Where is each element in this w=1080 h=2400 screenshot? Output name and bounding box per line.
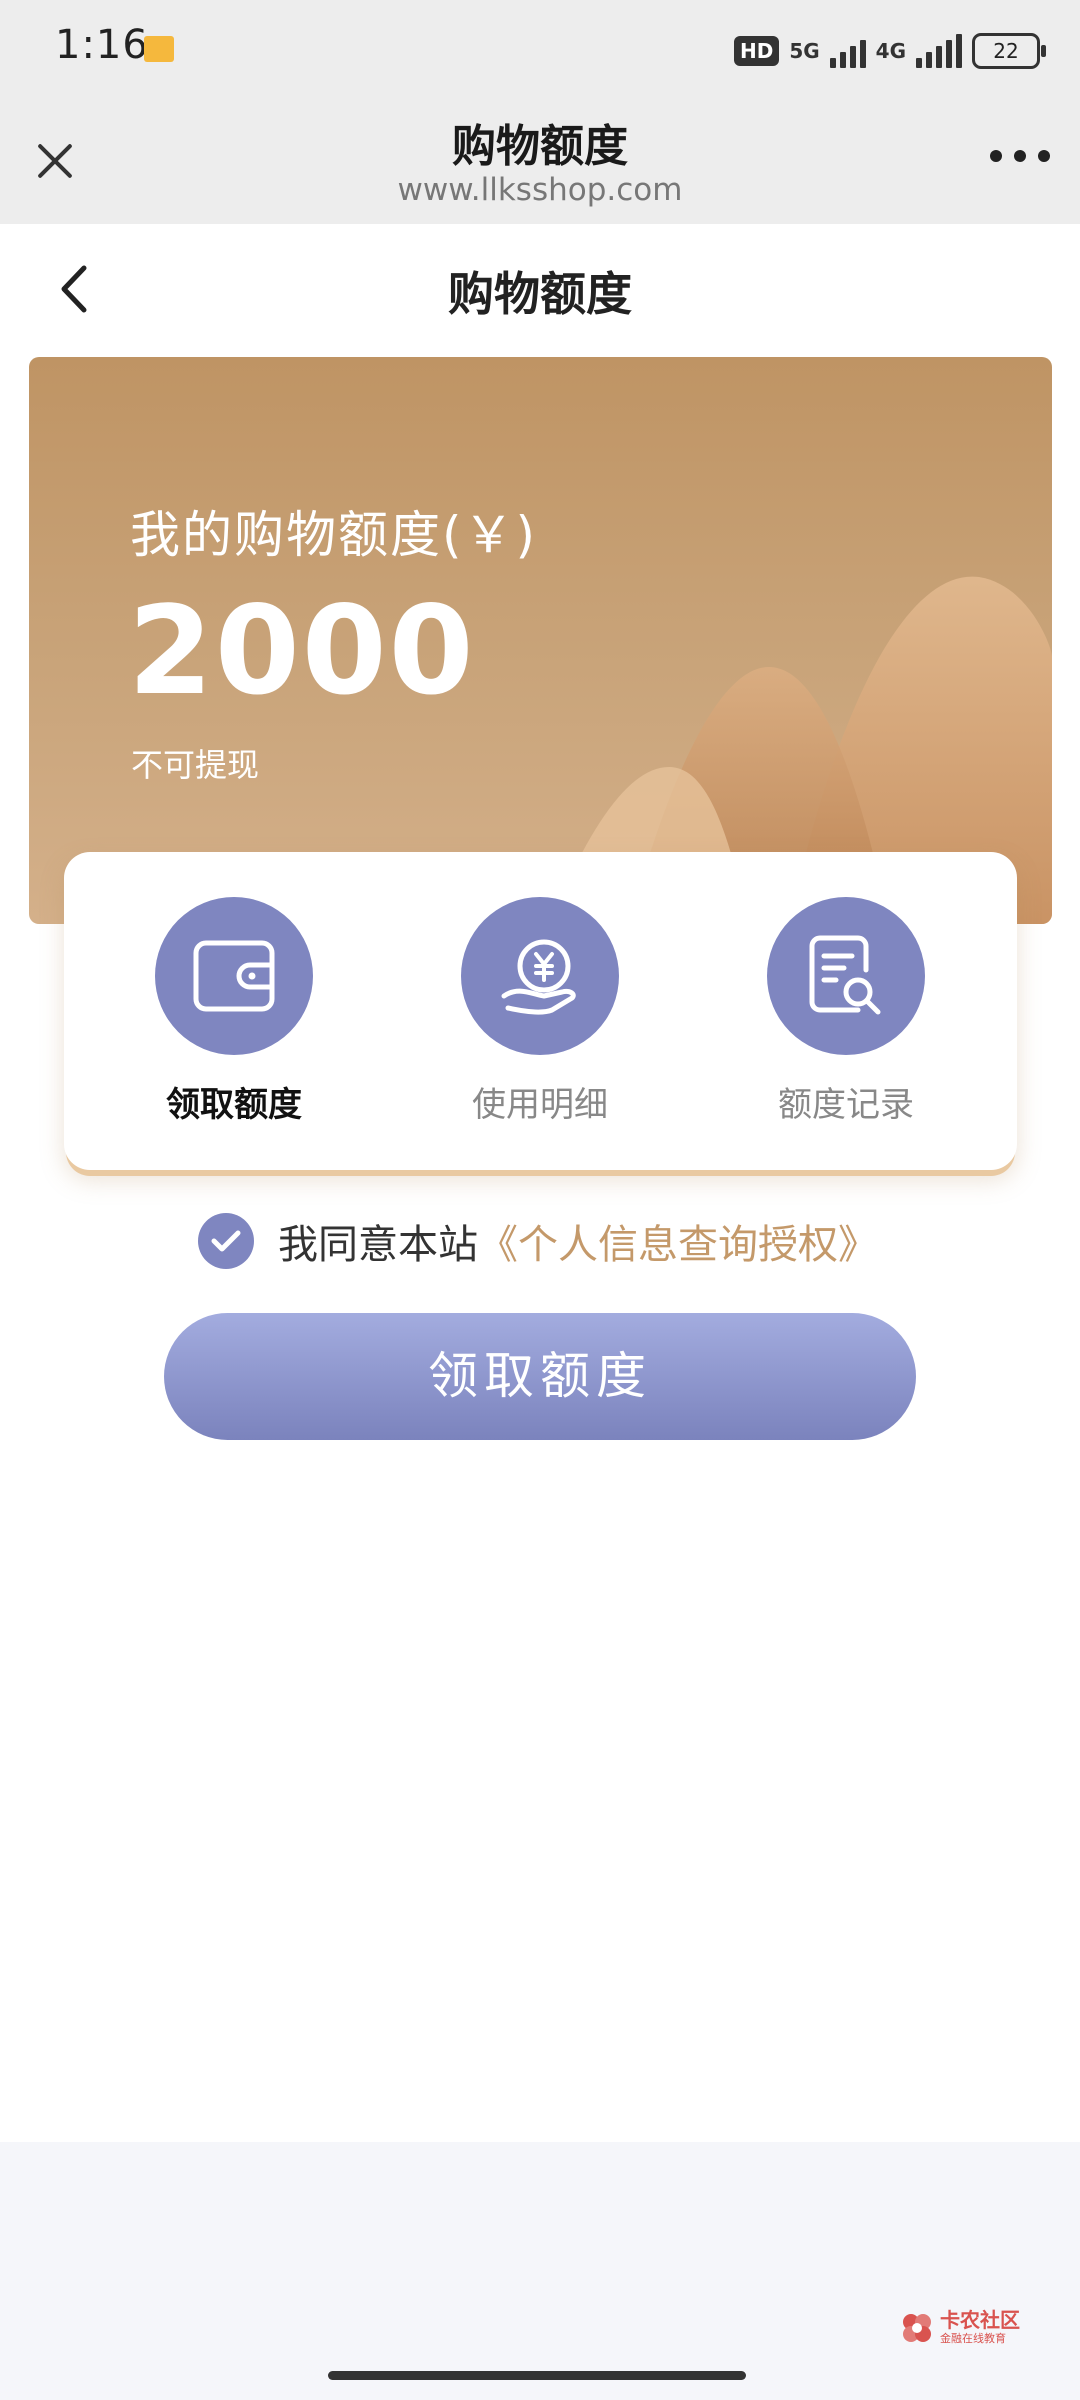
browser-url: www.llksshop.com [397,172,683,208]
credit-label: 我的购物额度(￥) [130,506,538,564]
network-4g-label: 4G [875,39,906,63]
action-usage-details[interactable]: 使用明细 [440,897,640,1126]
coin-hand-icon [461,897,619,1055]
watermark-brand: 卡农社区 [940,2308,1020,2332]
wallet-icon [155,897,313,1055]
action-label: 使用明细 [472,1085,608,1125]
agreement-text: 我同意本站 [278,1222,478,1268]
claim-credit-button[interactable]: 领取额度 [164,1313,916,1440]
credit-amount: 2000 [128,580,476,722]
status-indicators: HD 5G 4G 22 [733,28,1046,74]
battery-icon: 22 [972,33,1046,69]
page-title: 购物额度 [448,267,632,321]
status-time: 1:16 [55,22,149,68]
action-credit-records[interactable]: 额度记录 [746,897,946,1126]
agreement-checkbox[interactable] [198,1213,254,1269]
signal-icon [916,34,962,68]
privacy-authorization-link[interactable]: 《个人信息查询授权》 [478,1212,878,1270]
action-claim-credit[interactable]: 领取额度 [134,897,334,1126]
action-label: 领取额度 [166,1085,302,1125]
signal-icon [829,34,866,68]
browser-header: 购物额度 www.llksshop.com [0,100,1080,224]
action-label: 额度记录 [778,1085,914,1125]
watermark-sub: 金融在线教育 [940,2332,1006,2345]
network-5g-label: 5G [789,39,820,63]
check-icon [211,1230,241,1252]
kanong-logo-icon [903,2314,931,2342]
more-options-icon[interactable] [990,150,1050,164]
watermark: 卡农社区 金融在线教育 [900,2310,1020,2346]
notification-icon [144,36,174,62]
record-search-icon [767,897,925,1055]
agreement-row: 我同意本站 《个人信息查询授权》 [198,1212,878,1270]
home-indicator[interactable] [328,2371,746,2380]
browser-title: 购物额度 [452,121,628,172]
hd-badge: HD [733,36,780,66]
bottom-area [0,2142,1080,2400]
credit-note: 不可提现 [131,746,260,784]
